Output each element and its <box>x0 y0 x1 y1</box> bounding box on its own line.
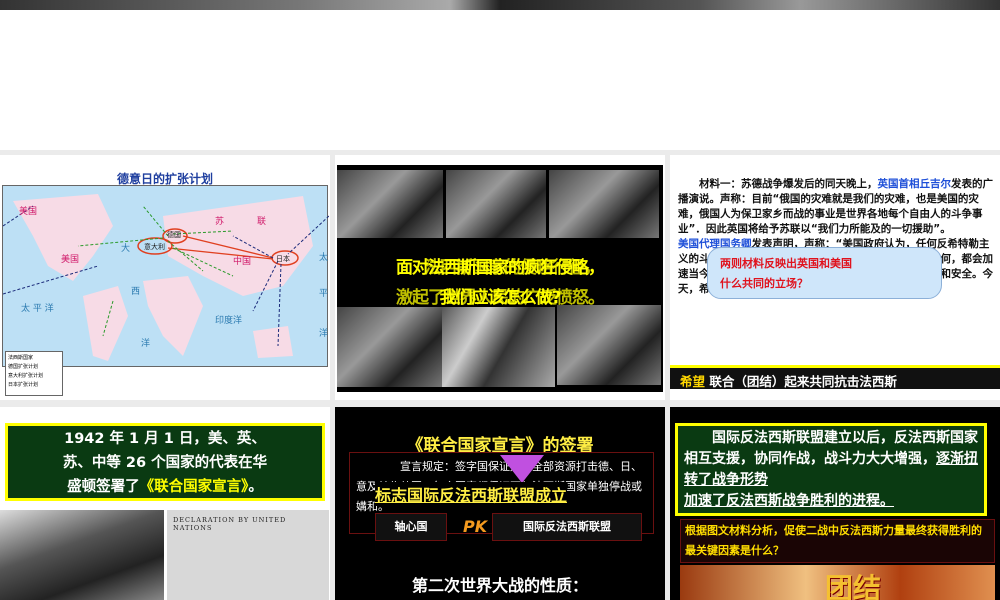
summary-textbox: 国际反法西斯联盟建立以后，反法西斯国家相互支援，协同作战，战斗力大大增强，逐渐扭… <box>675 423 987 516</box>
map-label-japan: 日本 <box>276 255 290 263</box>
map-label-indian: 印度洋 <box>215 316 243 326</box>
legend-fascist: 法西斯国家 <box>8 355 34 361</box>
declaration-name: 《联合国家宣言》 <box>139 479 249 495</box>
blank-area <box>0 10 1000 150</box>
banner-text: 联合（团结）起来共同抗击法西斯 <box>705 374 897 389</box>
photo-guernica <box>442 307 555 387</box>
declaration-textbox: 1942 年 1 月 1 日，美、英、 苏、中等 26 个国家的代表在华 盛顿签… <box>5 423 325 501</box>
map-label-pacific-e1: 太 <box>319 253 329 263</box>
arrow-icon <box>500 455 544 483</box>
material-one-churchill: 英国首相丘吉尔 <box>877 178 952 190</box>
world-map: 美国 美国 苏 联 德国 意大利 中国 日本 太 平 洋 大 西 洋 印度洋 太… <box>2 185 329 396</box>
question-bubble: 两则材料反映出英国和美国 什么共同的立场？ <box>707 247 942 299</box>
map-label-usa: 美国 <box>61 255 80 265</box>
map-label-pacific-e2: 平 <box>319 289 329 299</box>
axis-powers-label: 轴心国 <box>375 513 447 541</box>
photo-ruins <box>446 170 546 238</box>
document-title: DECLARATION BY UNITED NATIONS <box>173 516 287 532</box>
slide-thumbnail-4[interactable]: 1942 年 1 月 1 日，美、英、 苏、中等 26 个国家的代表在华 盛顿签… <box>0 407 330 600</box>
text-line-3: 盛顿签署了 <box>67 479 140 495</box>
map-label-atlantic-1: 大 <box>121 244 131 254</box>
map-legend: 法西斯国家 德国扩张计划 意大利扩张计划 日本扩张计划 <box>5 351 63 396</box>
legend-japan: 日本扩张计划 <box>8 382 39 388</box>
conclusion-banner: 希望 联合（团结）起来共同抗击法西斯 <box>670 365 1000 389</box>
previous-slide-row-edge[interactable] <box>0 0 1000 10</box>
photo-camp <box>337 307 442 387</box>
map-label-atlantic-3: 洋 <box>141 339 151 349</box>
legend-italy: 意大利扩张计划 <box>8 373 44 379</box>
allied-alliance-label: 国际反法西斯联盟 <box>492 513 642 541</box>
bubble-line-2: 什么共同的立场？ <box>720 277 808 290</box>
map-label-ussr-1: 苏 <box>215 217 225 227</box>
material-one-intro: 材料一：苏德战争爆发后的同天晚上， <box>699 178 878 190</box>
map-label-atlantic-2: 西 <box>131 287 141 297</box>
banner-highlight: 希望 <box>680 374 706 389</box>
photo-signing-leaders <box>0 510 164 600</box>
map-land-shapes <box>3 194 329 361</box>
slide-thumbnail-3[interactable]: 材料一：苏德战争爆发后的同天晚上，英国首相丘吉尔发表的广播演说。声称：目前“俄国… <box>670 155 1000 400</box>
legend-germany: 德国扩张计划 <box>8 364 39 370</box>
text-period: 。 <box>248 479 263 495</box>
slide-thumbnail-1[interactable]: 德意日的扩张计划 美国 美国 苏 联 德国 意大利 中国 日本 太 平 洋 大 … <box>0 155 330 400</box>
summary-underlined-2: 加速了反法西斯战争胜利的进程。 <box>684 493 894 509</box>
map-label-ussr-2: 联 <box>257 217 267 227</box>
text-line-2: 苏、中等 26 个国家的代表在华 <box>62 455 268 471</box>
map-label-china: 中国 <box>233 257 252 267</box>
photo-shanghai <box>557 305 661 385</box>
map-label-italy: 意大利 <box>144 243 165 251</box>
slide-thumbnail-5[interactable]: 《联合国家宣言》的签署 宣言规定：签字国保证运用全部资源打击德、日、意及其仆从国… <box>335 407 665 600</box>
pk-icon: PK <box>463 517 488 536</box>
analysis-question: 根据图文材料分析，促使二战中反法西斯力量最终获得胜利的最关键因素是什么？ <box>680 519 995 563</box>
slide-thumbnail-6[interactable]: 国际反法西斯联盟建立以后，反法西斯国家相互支援，协同作战，战斗力大大增强，逐渐扭… <box>670 407 1000 600</box>
photo-street <box>549 170 659 238</box>
text-line-1: 1942 年 1 月 1 日，美、英、 <box>64 431 266 447</box>
alliance-established-text: 标志国际反法西斯联盟成立 <box>375 482 568 506</box>
map-label-germany: 德国 <box>167 231 181 239</box>
summary-text: 国际反法西斯联盟建立以后，反法西斯国家相互支援，协同作战，战斗力大大增强， <box>684 430 978 467</box>
map-label-pacific-e3: 洋 <box>319 329 329 339</box>
unity-poster-text: 团结 <box>825 572 882 600</box>
slide-thumbnail-2[interactable]: 面对法西斯国家的疯狂侵略， 法西斯国家的侵略行径， 我们应该怎么做? 激起了世界… <box>335 155 665 400</box>
declaration-document-image: DECLARATION BY UNITED NATIONS <box>167 510 329 600</box>
photo-pearl-harbor <box>337 170 443 238</box>
map-label-usa-alaska: 美国 <box>19 207 38 217</box>
bubble-line-1: 两则材料反映出英国和美国 <box>720 257 852 270</box>
war-nature-heading: 第二次世界大战的性质： <box>411 576 588 595</box>
map-label-pacific: 太 平 洋 <box>21 304 54 314</box>
slide-overlay-text-1: 法西斯国家的侵略行径， <box>424 258 601 278</box>
